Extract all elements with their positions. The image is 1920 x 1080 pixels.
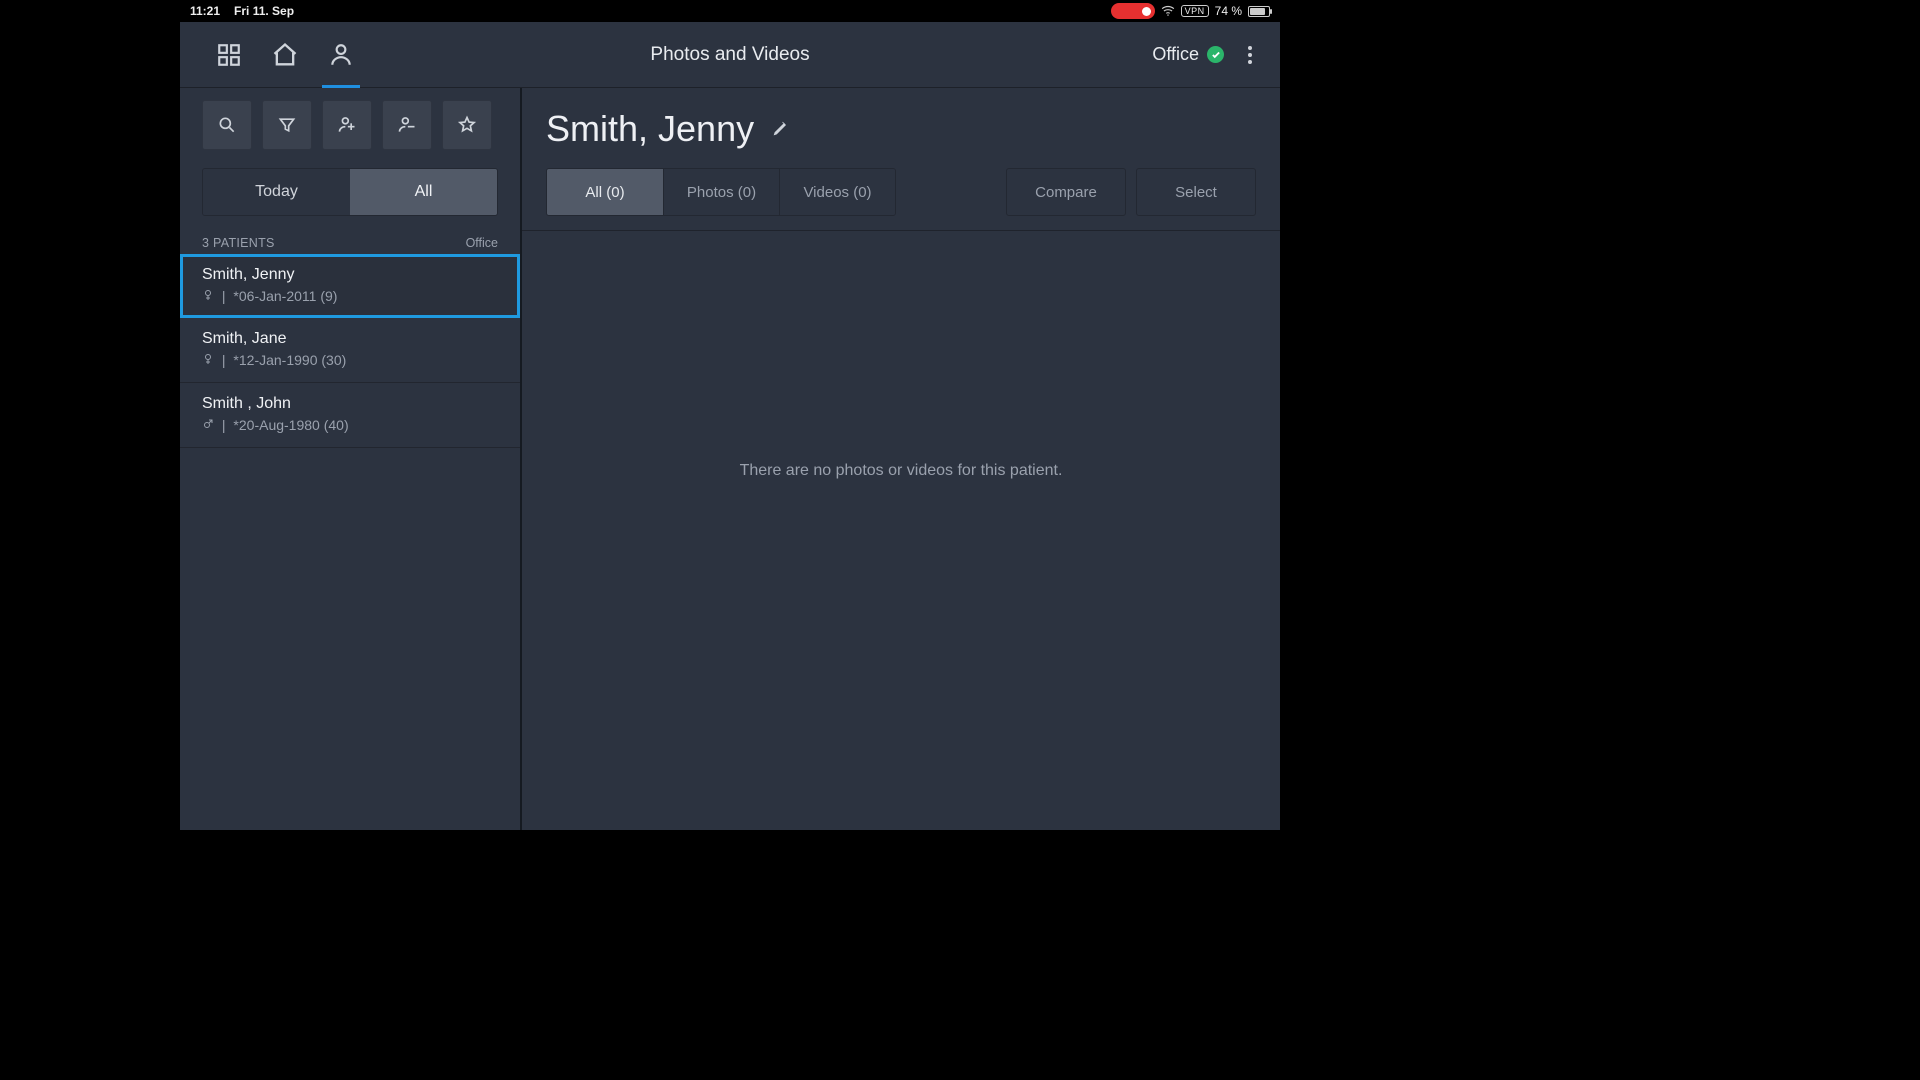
filter-button[interactable] bbox=[262, 100, 312, 150]
favorites-button[interactable] bbox=[442, 100, 492, 150]
patient-meta: | *06-Jan-2011 (9) bbox=[202, 288, 498, 304]
patient-item[interactable]: Smith , John | *20-Aug-1980 (40) bbox=[180, 383, 520, 448]
search-button[interactable] bbox=[202, 100, 252, 150]
patient-list: Smith, Jenny | *06-Jan-2011 (9)Smith, Ja… bbox=[180, 254, 520, 830]
patient-meta: | *20-Aug-1980 (40) bbox=[202, 417, 498, 433]
home-icon[interactable] bbox=[270, 40, 300, 70]
segment-today[interactable]: Today bbox=[203, 169, 350, 215]
app-top-bar: Photos and Videos Office bbox=[180, 22, 1280, 88]
status-bar: 11:21 Fri 11. Sep VPN 74 % bbox=[180, 0, 1280, 22]
edit-icon[interactable] bbox=[772, 119, 792, 139]
status-date: Fri 11. Sep bbox=[234, 4, 294, 18]
gender-icon bbox=[202, 288, 214, 304]
patient-item[interactable]: Smith, Jenny | *06-Jan-2011 (9) bbox=[180, 254, 520, 318]
patient-count-label: 3 PATIENTS bbox=[202, 236, 275, 250]
battery-text: 74 % bbox=[1215, 4, 1242, 18]
patient-name: Smith, Jane bbox=[202, 330, 498, 348]
wifi-icon bbox=[1161, 4, 1175, 18]
location-label: Office bbox=[1152, 44, 1199, 65]
empty-state-message: There are no photos or videos for this p… bbox=[740, 462, 1063, 480]
tab-all[interactable]: All (0) bbox=[547, 169, 663, 215]
gender-icon bbox=[202, 417, 214, 433]
media-filter-tabs: All (0) Photos (0) Videos (0) bbox=[546, 168, 896, 216]
add-patient-button[interactable] bbox=[322, 100, 372, 150]
patient-meta: | *12-Jan-1990 (30) bbox=[202, 352, 498, 368]
grid-icon[interactable] bbox=[214, 40, 244, 70]
person-icon[interactable] bbox=[326, 40, 356, 70]
check-icon bbox=[1207, 46, 1224, 63]
patient-item[interactable]: Smith, Jane | *12-Jan-1990 (30) bbox=[180, 318, 520, 383]
location-chip[interactable]: Office bbox=[1152, 44, 1224, 65]
screen-record-indicator bbox=[1111, 3, 1155, 19]
patient-name: Smith , John bbox=[202, 395, 498, 413]
patient-list-location: Office bbox=[466, 236, 498, 250]
select-button[interactable]: Select bbox=[1136, 168, 1256, 216]
more-menu-icon[interactable] bbox=[1242, 40, 1258, 70]
day-filter-segment: Today All bbox=[202, 168, 498, 216]
status-time: 11:21 bbox=[190, 4, 220, 18]
remove-patient-button[interactable] bbox=[382, 100, 432, 150]
battery-icon bbox=[1248, 6, 1270, 17]
tab-photos[interactable]: Photos (0) bbox=[663, 169, 779, 215]
segment-all[interactable]: All bbox=[350, 169, 497, 215]
gender-icon bbox=[202, 352, 214, 368]
patient-name: Smith, Jenny bbox=[202, 266, 498, 284]
vpn-badge: VPN bbox=[1181, 5, 1209, 17]
page-title: Photos and Videos bbox=[650, 44, 809, 66]
main-panel: Smith, Jenny All (0) Photos (0) Videos (… bbox=[522, 88, 1280, 830]
patient-sidebar: Today All 3 PATIENTS Office Smith, Jenny… bbox=[180, 88, 522, 830]
tab-videos[interactable]: Videos (0) bbox=[779, 169, 895, 215]
compare-button[interactable]: Compare bbox=[1006, 168, 1126, 216]
patient-title: Smith, Jenny bbox=[546, 108, 754, 150]
